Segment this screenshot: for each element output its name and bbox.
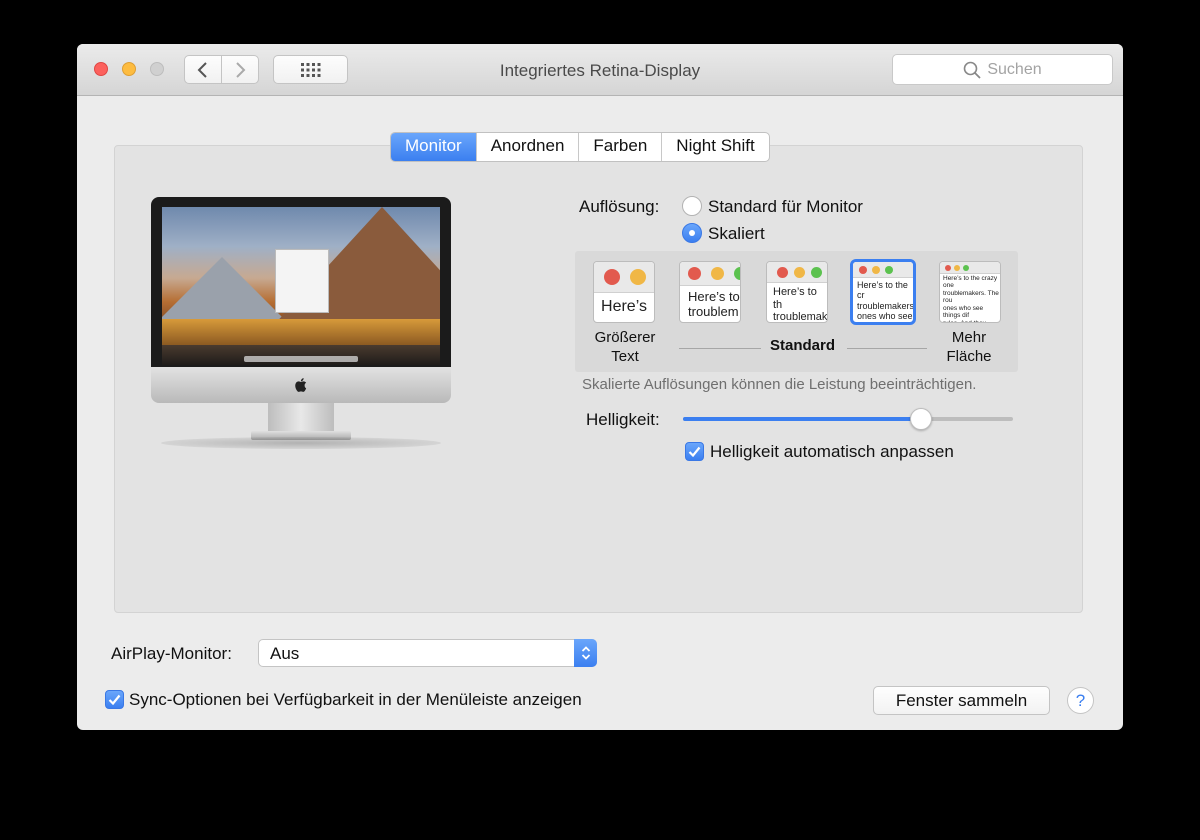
scale-option-2[interactable]: Here’s to troublem <box>679 261 741 323</box>
search-field[interactable]: Suchen <box>892 54 1113 85</box>
brightness-slider[interactable] <box>683 417 1013 421</box>
search-icon <box>964 61 981 79</box>
scale-option-4-selected[interactable]: Here’s to the cr troublemakers. ones who… <box>850 259 916 325</box>
radio-default-for-monitor-label[interactable]: Standard für Monitor <box>708 197 863 217</box>
gather-windows-button[interactable]: Fenster sammeln <box>873 686 1050 715</box>
apple-logo-icon <box>295 378 307 392</box>
search-placeholder: Suchen <box>987 60 1042 78</box>
dock <box>244 356 358 362</box>
brightness-slider-knob[interactable] <box>909 408 932 430</box>
scaling-warning: Skalierte Auflösungen können die Leistun… <box>582 376 977 393</box>
radio-scaled[interactable] <box>682 223 702 243</box>
checkmark-icon <box>108 694 121 705</box>
checkmark-icon <box>688 446 701 457</box>
imac-illustration <box>151 197 451 457</box>
popup-arrows-icon <box>574 639 597 667</box>
standard-label: Standard <box>770 337 836 354</box>
scale-option-more-space[interactable]: Here’s to the crazy one troublemakers. T… <box>939 261 1001 323</box>
system-preferences-window: Integriertes Retina-Display Suchen Monit… <box>77 44 1123 730</box>
airplay-popup[interactable]: Aus <box>258 639 597 667</box>
desktop-wallpaper <box>162 207 440 365</box>
resolution-label: Auflösung: <box>579 197 660 216</box>
radio-default-for-monitor[interactable] <box>682 196 702 216</box>
tab-bar: Monitor Anordnen Farben Night Shift <box>390 132 770 162</box>
scale-option-3[interactable]: Here’s to th troublemak ones who <box>766 261 828 323</box>
sync-options-label[interactable]: Sync-Optionen bei Verfügbarkeit in der M… <box>129 690 582 710</box>
help-button[interactable]: ? <box>1067 687 1094 714</box>
auto-brightness-checkbox[interactable] <box>685 442 704 461</box>
auto-brightness-label[interactable]: Helligkeit automatisch anpassen <box>710 442 954 462</box>
larger-text-label: Größerer Text <box>594 329 656 365</box>
radio-scaled-label[interactable]: Skaliert <box>708 224 765 244</box>
tab-farben[interactable]: Farben <box>579 133 663 161</box>
scaling-options: Here’s Here’s to troublem Here’s to th t… <box>575 251 1018 372</box>
tab-anordnen[interactable]: Anordnen <box>477 133 580 161</box>
airplay-label: AirPlay-Monitor: <box>111 644 232 663</box>
scale-option-larger-text[interactable]: Here’s <box>593 261 655 323</box>
desktop-document-window <box>275 249 329 313</box>
tab-night-shift[interactable]: Night Shift <box>662 133 768 161</box>
title-bar: Integriertes Retina-Display Suchen <box>77 44 1123 96</box>
more-space-label: Mehr Fläche <box>946 329 992 365</box>
tab-monitor[interactable]: Monitor <box>391 133 477 161</box>
brightness-label: Helligkeit: <box>586 410 660 429</box>
sync-options-checkbox[interactable] <box>105 690 124 709</box>
airplay-value: Aus <box>270 644 300 663</box>
